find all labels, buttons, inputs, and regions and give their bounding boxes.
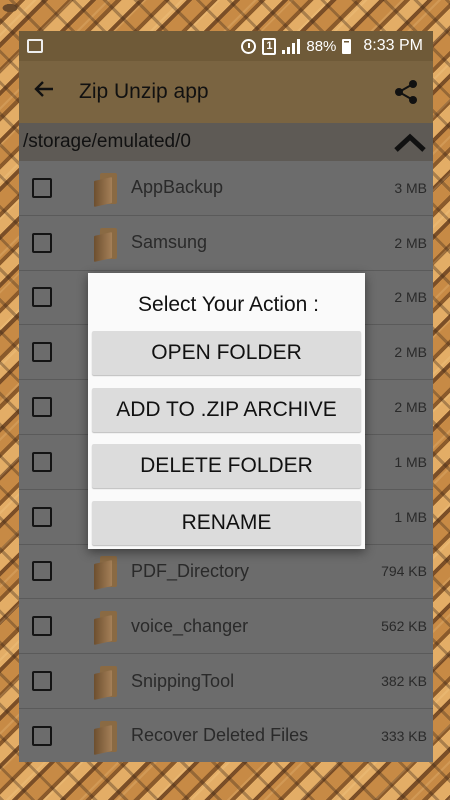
folder-icon xyxy=(91,664,119,700)
file-size: 333 KB xyxy=(381,727,427,744)
select-checkbox[interactable] xyxy=(32,451,52,472)
file-name: PDF_Directory xyxy=(131,560,250,581)
file-name: SnippingTool xyxy=(131,670,235,691)
file-name: Recover Deleted Files xyxy=(131,725,309,746)
file-size: 2 MB xyxy=(394,399,427,416)
file-size: 1 MB xyxy=(394,508,427,525)
battery-icon xyxy=(342,38,352,54)
open-folder-button[interactable]: OPEN FOLDER xyxy=(92,331,361,375)
select-checkbox[interactable] xyxy=(32,397,52,418)
rename-button[interactable]: RENAME xyxy=(92,500,361,545)
file-size: 2 MB xyxy=(394,289,427,306)
action-dialog: Select Your Action : OPEN FOLDER ADD TO … xyxy=(88,273,365,549)
battery-percent: 88% xyxy=(306,37,337,55)
file-row[interactable]: AppBackup 3 MB xyxy=(19,161,433,216)
select-checkbox[interactable] xyxy=(32,725,52,746)
file-size: 794 KB xyxy=(381,563,427,580)
file-size: 1 MB xyxy=(394,453,427,470)
gallery-icon xyxy=(27,39,43,53)
signal-icon xyxy=(282,38,301,54)
back-arrow-icon[interactable] xyxy=(33,78,65,106)
folder-icon xyxy=(91,226,119,262)
file-name: voice_changer xyxy=(131,615,249,636)
file-size: 2 MB xyxy=(394,344,427,361)
select-checkbox[interactable] xyxy=(32,232,52,253)
status-time: 8:33 PM xyxy=(363,37,423,54)
path-bar: /storage/emulated/0 xyxy=(19,123,433,161)
file-size: 3 MB xyxy=(394,179,427,196)
select-checkbox[interactable] xyxy=(32,561,52,582)
file-row[interactable]: Samsung 2 MB xyxy=(19,216,433,271)
alarm-icon xyxy=(241,38,257,54)
select-checkbox[interactable] xyxy=(32,506,52,527)
file-row[interactable]: PDF_Directory 794 KB xyxy=(19,545,433,600)
file-row[interactable]: SnippingTool 382 KB xyxy=(19,654,433,709)
file-row[interactable]: Recover Deleted Files 333 KB xyxy=(19,709,433,762)
file-row[interactable]: voice_changer 562 KB xyxy=(19,599,433,655)
current-path: /storage/emulated/0 xyxy=(23,131,191,152)
share-icon[interactable] xyxy=(391,77,421,107)
select-checkbox[interactable] xyxy=(32,177,52,198)
folder-icon xyxy=(91,719,119,755)
delete-folder-button[interactable]: DELETE FOLDER xyxy=(92,444,361,488)
folder-icon xyxy=(91,554,119,591)
file-name: AppBackup xyxy=(131,177,224,198)
chevron-up-icon[interactable] xyxy=(393,130,427,154)
folder-icon xyxy=(91,609,119,646)
status-bar: 1 88% 8:33 PM xyxy=(19,31,433,61)
select-checkbox[interactable] xyxy=(32,616,52,637)
app-title: Zip Unzip app xyxy=(79,80,209,103)
select-checkbox[interactable] xyxy=(32,342,52,363)
status-right: 1 88% 8:33 PM xyxy=(241,37,423,55)
sim-icon: 1 xyxy=(262,37,277,55)
select-checkbox[interactable] xyxy=(32,287,52,308)
file-size: 562 KB xyxy=(381,618,427,635)
app-bar: Zip Unzip app xyxy=(19,61,433,123)
add-to-zip-button[interactable]: ADD TO .ZIP ARCHIVE xyxy=(92,387,361,432)
file-size: 382 KB xyxy=(381,673,427,690)
file-size: 2 MB xyxy=(394,234,427,251)
dialog-title: Select Your Action : xyxy=(138,293,319,316)
folder-icon xyxy=(91,171,119,207)
select-checkbox[interactable] xyxy=(32,671,52,692)
file-name: Samsung xyxy=(131,232,208,253)
